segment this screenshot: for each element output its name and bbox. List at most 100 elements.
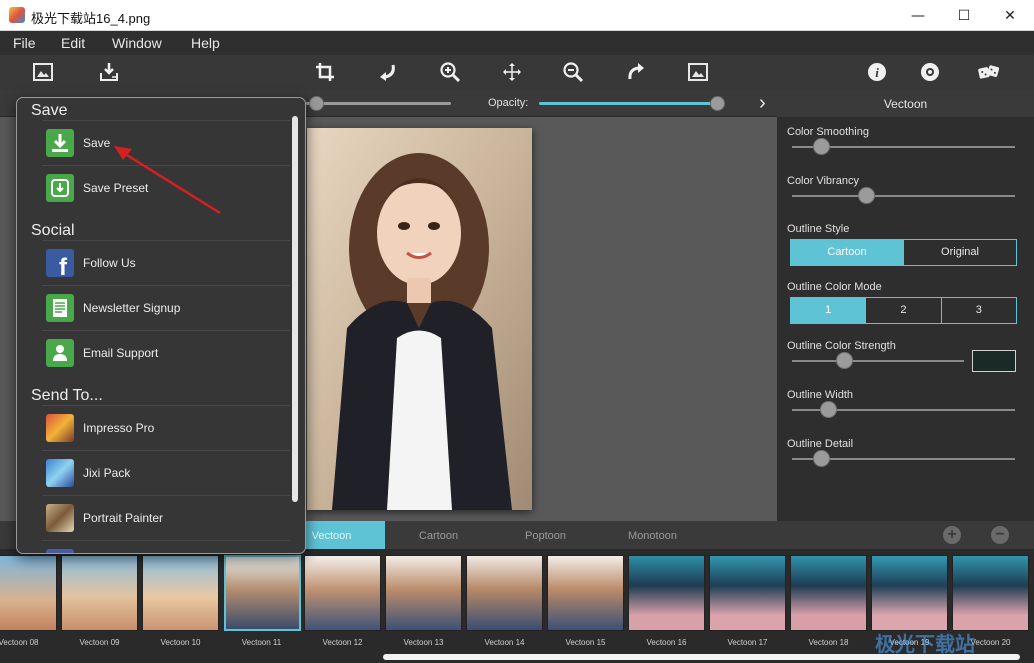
- jixi-pack-icon: [46, 459, 74, 487]
- save-tray-icon[interactable]: [94, 58, 124, 86]
- crop-icon[interactable]: [310, 58, 340, 86]
- opacity-label: Opacity:: [488, 97, 529, 109]
- add-style-button[interactable]: +: [943, 526, 961, 544]
- menu-edit[interactable]: Edit: [61, 35, 85, 51]
- support-person-icon: [46, 339, 74, 367]
- app-icon: [9, 7, 25, 23]
- toolbar: i: [0, 55, 1034, 90]
- outline-color-mode-3[interactable]: 3: [942, 298, 1016, 323]
- thumbnail[interactable]: [61, 555, 138, 631]
- thumbnail[interactable]: [385, 555, 462, 631]
- save-download-icon: [46, 129, 74, 157]
- rotate-right-icon[interactable]: [621, 58, 651, 86]
- thumbnail[interactable]: [466, 555, 543, 631]
- menu-help[interactable]: Help: [191, 35, 220, 51]
- svg-text:i: i: [875, 65, 879, 80]
- app-icon: [46, 549, 74, 553]
- menu-file[interactable]: File: [13, 35, 36, 51]
- outline-color-strength-track[interactable]: [792, 360, 964, 362]
- menu-item-jixi-pack[interactable]: Jixi Pack: [42, 450, 290, 494]
- thumbnail[interactable]: [871, 555, 948, 631]
- zoom-out-icon[interactable]: [558, 58, 588, 86]
- thumbnail[interactable]: [0, 555, 57, 631]
- outline-style-original[interactable]: Original: [904, 240, 1016, 265]
- outline-color-strength-label: Outline Color Strength: [787, 340, 896, 352]
- thumbnail[interactable]: [790, 555, 867, 631]
- thumbnail-label: Vectoon 13: [403, 638, 444, 647]
- thumbnail[interactable]: [628, 555, 705, 631]
- thumbnail-selected[interactable]: [224, 555, 301, 631]
- opacity-slider-track[interactable]: [539, 102, 719, 105]
- thumbnail-label: Vectoon 10: [160, 638, 201, 647]
- impresso-pro-icon: [46, 414, 74, 442]
- thumbnail[interactable]: [952, 555, 1029, 631]
- info-icon[interactable]: i: [862, 58, 892, 86]
- outline-style-cartoon[interactable]: Cartoon: [791, 240, 904, 265]
- thumbnail[interactable]: [304, 555, 381, 631]
- portrait-painter-icon: [46, 504, 74, 532]
- tab-cartoon[interactable]: Cartoon: [385, 521, 492, 549]
- menu-scrollbar[interactable]: [292, 116, 298, 502]
- outline-color-mode-toggle: 1 2 3: [790, 297, 1017, 324]
- menu-item-impresso-pro[interactable]: Impresso Pro: [42, 405, 290, 449]
- random-dice-icon[interactable]: [974, 58, 1004, 86]
- menu-item-partial[interactable]: [42, 540, 290, 553]
- settings-panel: Color Smoothing Color Vibrancy Outline S…: [777, 117, 1034, 521]
- color-vibrancy-knob[interactable]: [857, 187, 875, 204]
- outline-style-label: Outline Style: [787, 223, 850, 235]
- color-vibrancy-track[interactable]: [792, 195, 1015, 197]
- menu-item-follow-us[interactable]: f Follow Us: [42, 240, 290, 284]
- menu-item-label: Newsletter Signup: [83, 301, 181, 315]
- outline-color-mode-label: Outline Color Mode: [787, 281, 882, 293]
- outline-width-knob[interactable]: [819, 401, 837, 418]
- save-section-header: Save: [31, 102, 68, 119]
- menu-item-label: Follow Us: [83, 256, 136, 270]
- outline-color-strength-knob[interactable]: [835, 352, 853, 369]
- send-to-section-header: Send To...: [31, 387, 103, 404]
- opacity-slider-knob[interactable]: [710, 96, 725, 111]
- save-preset-icon: [46, 174, 74, 202]
- tab-poptoon[interactable]: Poptoon: [492, 521, 599, 549]
- color-vibrancy-label: Color Vibrancy: [787, 175, 859, 187]
- social-section-header: Social: [31, 222, 75, 239]
- cartoon-preview-image: [307, 128, 532, 510]
- thumbnail-label: Vectoon 16: [646, 638, 687, 647]
- outline-detail-label: Outline Detail: [787, 438, 854, 450]
- tab-monotoon[interactable]: Monotoon: [599, 521, 706, 549]
- maximize-button[interactable]: ☐: [941, 0, 987, 31]
- thumbnail[interactable]: [547, 555, 624, 631]
- outline-color-mode-2[interactable]: 2: [866, 298, 942, 323]
- facebook-icon: f: [46, 249, 74, 281]
- color-smoothing-label: Color Smoothing: [787, 126, 869, 138]
- panel-header: Vectoon: [777, 90, 1034, 117]
- thumbnail-label: Vectoon 12: [322, 638, 363, 647]
- rotate-left-icon[interactable]: [373, 58, 403, 86]
- outline-detail-knob[interactable]: [812, 450, 830, 467]
- thumbnail-label: Vectoon 11: [241, 638, 282, 647]
- zoom-in-icon[interactable]: [435, 58, 465, 86]
- menu-window[interactable]: Window: [112, 35, 162, 51]
- outline-color-swatch[interactable]: [972, 350, 1016, 372]
- menu-item-email-support[interactable]: Email Support: [42, 330, 290, 374]
- settings-icon[interactable]: [915, 58, 945, 86]
- menu-item-portrait-painter[interactable]: Portrait Painter: [42, 495, 290, 539]
- outline-style-toggle: Cartoon Original: [790, 239, 1017, 266]
- minimize-button[interactable]: —: [895, 0, 941, 31]
- layer-slider-track[interactable]: [306, 102, 451, 105]
- thumbnail-label: Vectoon 08: [0, 638, 39, 647]
- next-arrow-icon[interactable]: ›: [759, 92, 766, 115]
- title-bar: 极光下载站16_4.png — ☐ ✕: [0, 0, 1034, 31]
- layer-slider-knob[interactable]: [309, 96, 324, 111]
- remove-style-button[interactable]: −: [991, 526, 1009, 544]
- move-icon[interactable]: [497, 58, 527, 86]
- close-button[interactable]: ✕: [987, 0, 1033, 31]
- thumbnail[interactable]: [142, 555, 219, 631]
- color-smoothing-knob[interactable]: [812, 138, 830, 155]
- menu-item-newsletter-signup[interactable]: Newsletter Signup: [42, 285, 290, 329]
- svg-text:f: f: [59, 254, 68, 277]
- thumbnail[interactable]: [709, 555, 786, 631]
- fit-image-icon[interactable]: [683, 58, 713, 86]
- outline-color-mode-1[interactable]: 1: [791, 298, 867, 323]
- image-icon[interactable]: [28, 58, 58, 86]
- thumbnail-label: Vectoon 15: [565, 638, 606, 647]
